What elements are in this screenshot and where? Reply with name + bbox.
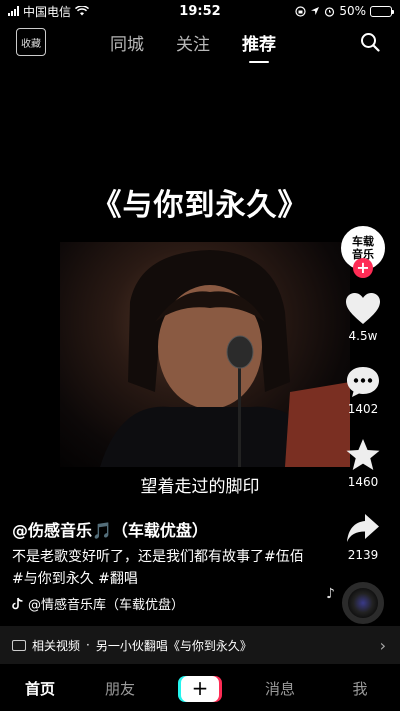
search-icon[interactable] [360, 32, 380, 52]
nav-tabs: 同城 关注 推荐 [110, 30, 276, 55]
video-description: 不是老歌变好听了，还是我们都有故事了#伍佰#与你到永久 #翻唱 [12, 549, 304, 587]
related-separator: · [86, 638, 90, 652]
favorite-action[interactable]: 1460 [345, 438, 381, 489]
collect-button[interactable]: 收藏 [16, 28, 46, 56]
like-action[interactable]: 4.5w [345, 292, 381, 343]
related-videos-bar[interactable]: 相关视频 · 另一小伙翻唱《与你到永久》 › [0, 626, 400, 664]
comment-count: 1402 [347, 402, 379, 416]
video-frame[interactable] [60, 242, 350, 467]
singer-image [100, 250, 350, 467]
wifi-icon [75, 6, 90, 16]
music-name[interactable]: @情感音乐库（车载优盘） [28, 594, 184, 613]
share-icon[interactable] [345, 511, 381, 545]
tab-create[interactable]: + [160, 675, 240, 702]
music-disc-icon[interactable] [342, 582, 384, 624]
battery-percent: 50% [339, 4, 366, 18]
music-note-icon: ♪ [326, 586, 335, 602]
author-name[interactable]: @伤感音乐🎵（车载优盘） [12, 517, 208, 541]
status-right: 50% [295, 4, 394, 18]
tab-messages[interactable]: 消息 [240, 678, 320, 699]
star-icon[interactable] [345, 438, 381, 472]
heart-icon[interactable] [345, 292, 381, 326]
music-line[interactable]: @情感音乐库（车载优盘） [12, 594, 184, 613]
related-text: 另一小伙翻唱《与你到永久》 [95, 638, 252, 653]
bottom-tab-bar: 首页 朋友 + 消息 我 [0, 666, 400, 711]
share-count: 2139 [347, 548, 379, 562]
create-button[interactable]: + [181, 675, 219, 702]
battery-icon [370, 5, 394, 17]
status-left: 中国电信 [8, 3, 90, 20]
tab-home[interactable]: 首页 [0, 678, 80, 699]
chevron-right-icon: › [379, 635, 386, 655]
alarm-icon [325, 6, 335, 17]
comment-action[interactable]: 1402 [345, 365, 381, 416]
tab-nearby[interactable]: 同城 [110, 30, 144, 55]
follow-button[interactable]: + [353, 258, 373, 278]
rotation-lock-icon [295, 5, 306, 17]
tiktok-note-icon [12, 597, 23, 610]
carrier-label: 中国电信 [23, 4, 72, 19]
status-bar: 中国电信 19:52 50% [0, 0, 400, 22]
tab-friends[interactable]: 朋友 [80, 678, 160, 699]
like-count: 4.5w [348, 329, 378, 343]
tab-following[interactable]: 关注 [176, 30, 210, 55]
related-label: 相关视频 [32, 638, 81, 653]
favorite-count: 1460 [347, 475, 379, 489]
tab-me[interactable]: 我 [320, 678, 400, 699]
video-list-icon [12, 639, 26, 651]
action-column: 车载音乐 + 4.5w 1402 1460 2139 [340, 226, 386, 624]
share-action[interactable]: 2139 [345, 511, 381, 562]
tab-recommended[interactable]: 推荐 [242, 30, 276, 55]
author-avatar[interactable]: 车载音乐 + [341, 226, 385, 278]
location-icon [311, 7, 320, 15]
top-nav: 收藏 同城 关注 推荐 [0, 28, 400, 56]
comment-icon[interactable] [345, 365, 381, 399]
video-title-overlay: 《与你到永久》 [91, 188, 309, 223]
signal-icon [8, 6, 19, 16]
